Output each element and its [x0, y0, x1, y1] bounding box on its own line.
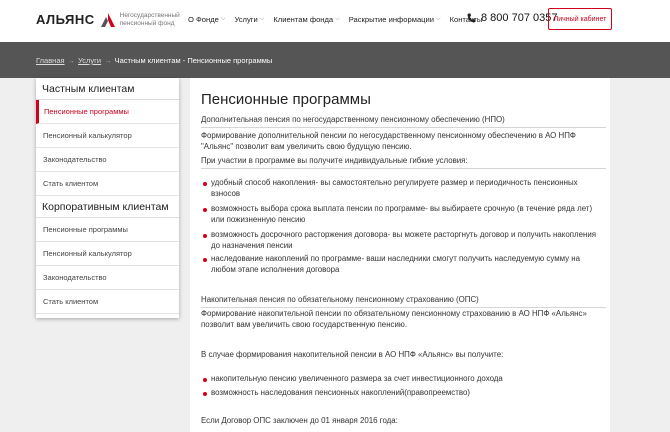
phone-link[interactable]: 8 800 707 0357: [467, 12, 557, 24]
chevron-down-icon: ⌵: [220, 16, 226, 22]
main-nav: О Фонде ⌵ Услуги ⌵ Клиентам фонда ⌵ Раскрыт…: [188, 15, 491, 24]
nav-fund-clients-label: Клиентам фонда: [273, 15, 334, 24]
breadcrumb-current: Частным клиентам - Пенсионные программы: [114, 56, 273, 65]
list-item: возможность наследования пенсионных нако…: [201, 388, 606, 399]
sidebar-item-corp-pension-programs[interactable]: Пенсионные программы: [36, 218, 179, 242]
bullet-icon: [203, 182, 207, 186]
chevron-down-icon: ⌵: [335, 16, 340, 22]
npo-heading: Дополнительная пенсия по негосударственн…: [201, 115, 505, 124]
nav-services-label: Услуги: [234, 15, 258, 24]
nav-services[interactable]: Услуги ⌵: [234, 15, 264, 24]
list-item: удобный способ накопления- вы самостояте…: [201, 178, 606, 199]
divider: [201, 127, 606, 128]
logo-word: АЛЬЯНС: [36, 12, 95, 27]
bullet-icon: [203, 234, 207, 238]
list-item: наследование накоплений по программе- ва…: [201, 254, 606, 275]
list-item-text: возможность выбора срока выплата пенсии …: [211, 204, 593, 224]
ops-contract: Если Договор ОПС заключен до 01 января 2…: [201, 416, 398, 425]
list-item-text: накопительную пенсию увеличенного размер…: [211, 374, 503, 383]
nav-disclosure-label: Раскрытие информации: [348, 15, 434, 24]
sidebar-item-legislation[interactable]: Законодательство: [36, 148, 179, 172]
npo-conditions: При участии в программе вы получите инди…: [201, 156, 468, 165]
sidebar: Частным клиентам Пенсионные программы Пе…: [36, 78, 179, 318]
breadcrumb-separator: →: [104, 56, 112, 65]
phone-number: 8 800 707 0357: [481, 12, 558, 24]
chevron-down-icon: ⌵: [259, 16, 265, 22]
main-content: Пенсионные программы Дополнительная пенс…: [190, 78, 610, 432]
breadcrumb: Главная → Услуги → Частным клиентам - Пе…: [36, 56, 272, 65]
logo[interactable]: АЛЬЯНС Негосударственный пенсионный фонд: [36, 12, 200, 27]
list-item: возможность выбора срока выплата пенсии …: [201, 204, 606, 225]
page-title: Пенсионные программы: [201, 91, 371, 108]
logo-mark-icon: [100, 12, 115, 27]
list-item: возможность досрочного расторжения догов…: [201, 230, 606, 251]
list-item-text: удобный способ накопления- вы самостояте…: [211, 178, 578, 198]
list-item-text: наследование накоплений по программе- ва…: [211, 254, 581, 274]
sidebar-item-become-client[interactable]: Стать клиентом: [36, 172, 179, 196]
nav-fund-clients[interactable]: Клиентам фонда ⌵: [273, 15, 339, 24]
breadcrumb-home[interactable]: Главная: [36, 56, 65, 65]
nav-about-label: О Фонде: [188, 15, 219, 24]
ops-case: В случае формирования накопительной пенс…: [201, 350, 504, 359]
personal-cabinet-button[interactable]: Личный кабинет: [548, 8, 612, 30]
nav-about[interactable]: О Фонде ⌵: [188, 15, 225, 24]
nav-disclosure[interactable]: Раскрытие информации ⌵: [349, 15, 441, 24]
bullet-icon: [203, 258, 207, 262]
divider: [201, 168, 606, 169]
phone-icon: [467, 13, 476, 23]
sidebar-item-pension-calculator[interactable]: Пенсионный калькулятор: [36, 124, 179, 148]
site-header: АЛЬЯНС Негосударственный пенсионный фонд…: [0, 0, 670, 42]
list-item: накопительную пенсию увеличенного размер…: [201, 374, 606, 385]
sidebar-item-corp-become-client[interactable]: Стать клиентом: [36, 290, 179, 314]
divider: [201, 307, 606, 308]
breadcrumb-services[interactable]: Услуги: [78, 56, 101, 65]
list-item-text: возможность досрочного расторжения догов…: [211, 230, 597, 250]
sidebar-heading-corporate: Корпоративным клиентам: [36, 196, 179, 218]
breadcrumb-separator: →: [67, 56, 76, 65]
bullet-icon: [203, 208, 207, 212]
ops-heading: Накопительная пенсия по обязательному пе…: [201, 295, 479, 304]
sidebar-item-corp-legislation[interactable]: Законодательство: [36, 266, 179, 290]
ops-intro: Формирование накопительной пенсии по обя…: [201, 309, 587, 329]
bullet-icon: [203, 378, 207, 382]
npo-intro: Формирование дополнительной пенсии по не…: [201, 131, 576, 151]
list-item-text: возможность наследования пенсионных нако…: [211, 388, 470, 397]
sidebar-heading-private: Частным клиентам: [36, 78, 179, 100]
chevron-down-icon: ⌵: [436, 16, 441, 22]
sidebar-item-pension-programs[interactable]: Пенсионные программы: [36, 100, 179, 124]
bullet-icon: [203, 392, 207, 396]
sidebar-item-corp-pension-calculator[interactable]: Пенсионный калькулятор: [36, 242, 179, 266]
